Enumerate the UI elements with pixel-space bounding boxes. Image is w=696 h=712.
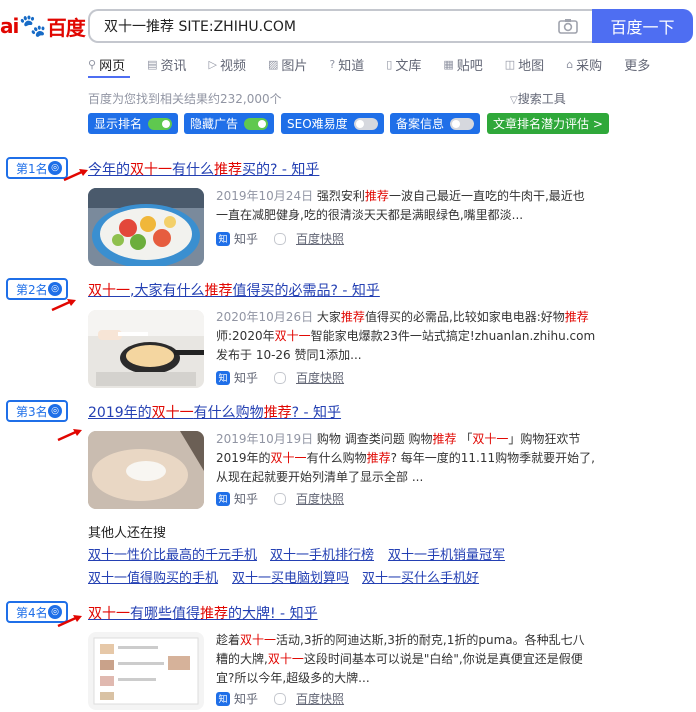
result-snippet: 2020年10月26日 大家推荐值得买的必需品,比较如家电电器:好物推荐师:20… (216, 310, 596, 362)
snapshot-icon (274, 492, 287, 505)
rank-badge: 第1名 ◎ (6, 157, 68, 179)
arrow-icon (57, 615, 82, 628)
tab-wenku[interactable]: ▯ 文库 (386, 54, 421, 74)
result-source: 知知乎 百度快照 (216, 369, 344, 386)
map-icon: ◫ (504, 57, 516, 71)
snapshot-link[interactable]: 百度快照 (274, 230, 344, 247)
result-source: 知知乎 百度快照 (216, 690, 344, 707)
arrow-icon (51, 299, 76, 312)
rank-icon: ◎ (48, 282, 62, 296)
zhihu-icon: 知 (216, 491, 230, 506)
search-tools-button[interactable]: ▽搜索工具 (510, 90, 566, 107)
related-search-link[interactable]: 双十一手机销量冠军 (388, 544, 505, 563)
snapshot-icon (274, 371, 287, 384)
image-icon: ▨ (267, 57, 279, 71)
snapshot-link[interactable]: 百度快照 (274, 490, 344, 507)
purchase-icon: ⌂ (566, 57, 574, 71)
filter-icon: ▽ (510, 95, 518, 106)
result-source: 知知乎 百度快照 (216, 230, 344, 247)
toggle-switch[interactable] (450, 117, 475, 130)
tab-tieba[interactable]: ▦ 贴吧 (443, 54, 482, 74)
toggle-switch[interactable] (244, 117, 269, 130)
question-icon: ? (329, 57, 336, 71)
tab-image[interactable]: ▨ 图片 (268, 54, 307, 74)
related-search-link[interactable]: 双十一性价比最高的千元手机 (88, 544, 257, 563)
toolbar-show-rank[interactable]: 显示排名 (88, 113, 179, 134)
result-thumbnail[interactable] (88, 188, 204, 266)
result-source: 知知乎 百度快照 (216, 490, 344, 507)
tab-purchase[interactable]: ⌂ 采购 (566, 54, 602, 74)
search-button[interactable]: 百度一下 (592, 9, 693, 43)
result-thumbnail[interactable] (88, 632, 204, 710)
logo-text-right: 百度 (46, 15, 86, 40)
toolbar-filing-info[interactable]: 备案信息 (390, 113, 481, 134)
zhihu-icon: 知 (216, 231, 230, 246)
result-title-link[interactable]: 双十一,大家有什么推荐值得买的必需品? - 知乎 (88, 280, 380, 300)
related-search-link[interactable]: 双十一值得购买的手机 (88, 567, 218, 586)
baidu-logo[interactable]: ai 🐾 百度 (0, 8, 86, 44)
tab-map[interactable]: ◫ 地图 (505, 54, 544, 74)
result-title-link[interactable]: 双十一有哪些值得推荐的大牌! - 知乎 (88, 603, 318, 623)
arrow-icon (57, 429, 82, 442)
toolbar-rank-potential[interactable]: 文章排名潜力评估 > (487, 113, 609, 134)
snapshot-icon (274, 692, 287, 705)
result-snippet: 2019年10月19日 购物 调查类问题 购物推荐 「双十一」购物狂欢节 201… (216, 432, 595, 484)
tieba-icon: ▦ (443, 57, 454, 71)
rank-badge: 第2名 ◎ (6, 278, 68, 300)
tab-zhidao[interactable]: ? 知道 (329, 54, 364, 74)
search-input[interactable]: 双十一推荐 SITE:ZHIHU.COM (88, 9, 592, 43)
toolbar-hide-ads[interactable]: 隐藏广告 (184, 113, 275, 134)
related-searches-title: 其他人还在搜 (88, 526, 167, 541)
toggle-switch[interactable] (148, 117, 173, 130)
arrow-icon (63, 169, 88, 182)
search-tabs: ⚲ 网页 ▤ 资讯 ▷ 视频 ▨ 图片 ? 知道 ▯ 文库 ▦ 贴吧 ◫ 地图 ⌂ 采购 更多 (88, 54, 672, 74)
news-icon: ▤ (147, 57, 158, 71)
rank-badge: 第3名 ◎ (6, 400, 68, 422)
related-search-link[interactable]: 双十一买什么手机好 (362, 567, 479, 586)
video-icon: ▷ (208, 57, 217, 71)
result-snippet: 趁着双十一活动,3折的阿迪达斯,3折的耐克,1折的puma。各种乱七八糟的大牌,… (216, 633, 585, 685)
tab-web[interactable]: ⚲ 网页 (88, 54, 125, 74)
rank-icon: ◎ (48, 404, 62, 418)
document-icon: ▯ (386, 57, 393, 71)
zhihu-icon: 知 (216, 370, 230, 385)
tab-video[interactable]: ▷ 视频 (209, 54, 246, 74)
tab-news[interactable]: ▤ 资讯 (147, 54, 186, 74)
result-count: 百度为您找到相关结果约232,000个 (88, 92, 282, 106)
search-query: 双十一推荐 SITE:ZHIHU.COM (104, 19, 296, 35)
result-snippet: 2019年10月24日 强烈安利推荐一波自己最近一直吃的牛肉干,最近也一直在减肥… (216, 189, 585, 222)
tab-more[interactable]: 更多 (624, 54, 650, 74)
result-thumbnail[interactable] (88, 431, 204, 509)
result-title-link[interactable]: 今年的双十一有什么推荐买的? - 知乎 (88, 159, 319, 179)
result-thumbnail[interactable] (88, 310, 204, 388)
related-search-link[interactable]: 双十一手机排行榜 (270, 544, 374, 563)
paw-icon: 🐾 (19, 13, 46, 39)
camera-icon[interactable] (558, 18, 578, 34)
active-tab-indicator (88, 76, 130, 78)
snapshot-link[interactable]: 百度快照 (274, 369, 344, 386)
zhihu-icon: 知 (216, 691, 230, 706)
logo-text-left: ai (0, 14, 19, 38)
related-search-link[interactable]: 双十一买电脑划算吗 (232, 567, 349, 586)
toggle-switch[interactable] (353, 117, 378, 130)
snapshot-link[interactable]: 百度快照 (274, 690, 344, 707)
toolbar-seo-difficulty[interactable]: SEO难易度 (281, 113, 384, 134)
snapshot-icon (274, 232, 287, 245)
search-icon: ⚲ (88, 57, 97, 71)
result-title-link[interactable]: 2019年的双十一有什么购物推荐? - 知乎 (88, 402, 341, 422)
rank-icon: ◎ (48, 161, 62, 175)
